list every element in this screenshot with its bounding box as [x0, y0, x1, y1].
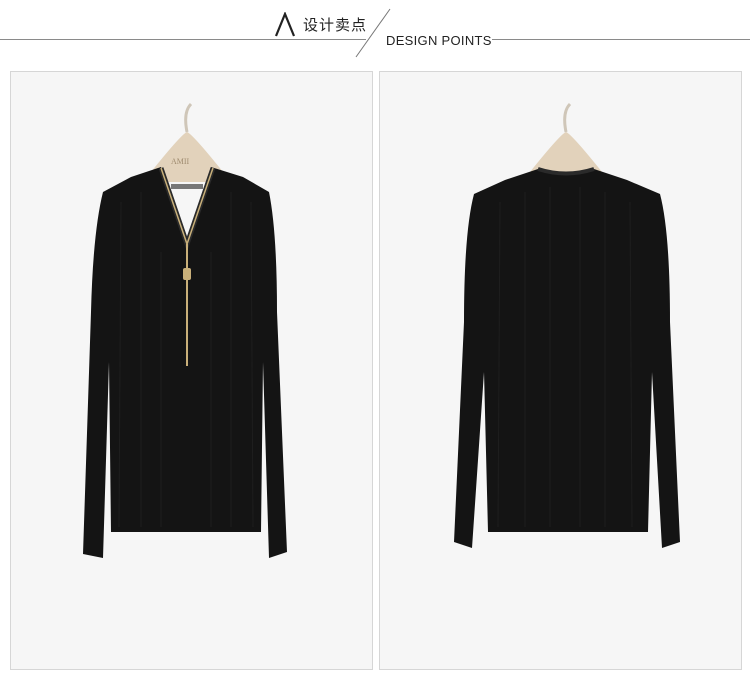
hanger-brand-text: AMII [171, 157, 190, 166]
section-header: 设计卖点 DESIGN POINTS [0, 0, 750, 64]
product-image-back [379, 71, 742, 670]
sweater-front-illustration: AMII [83, 102, 287, 558]
header-divider-right [492, 39, 750, 40]
sweater-body [83, 167, 287, 558]
sweater-back-illustration [454, 102, 680, 548]
product-image-front: AMII [10, 71, 373, 670]
caret-up-logo-icon [274, 12, 296, 37]
section-title-en: DESIGN POINTS [386, 33, 492, 48]
header-divider-left [0, 39, 366, 40]
section-title-cn: 设计卖点 [303, 17, 368, 34]
sweater-body [454, 169, 680, 548]
